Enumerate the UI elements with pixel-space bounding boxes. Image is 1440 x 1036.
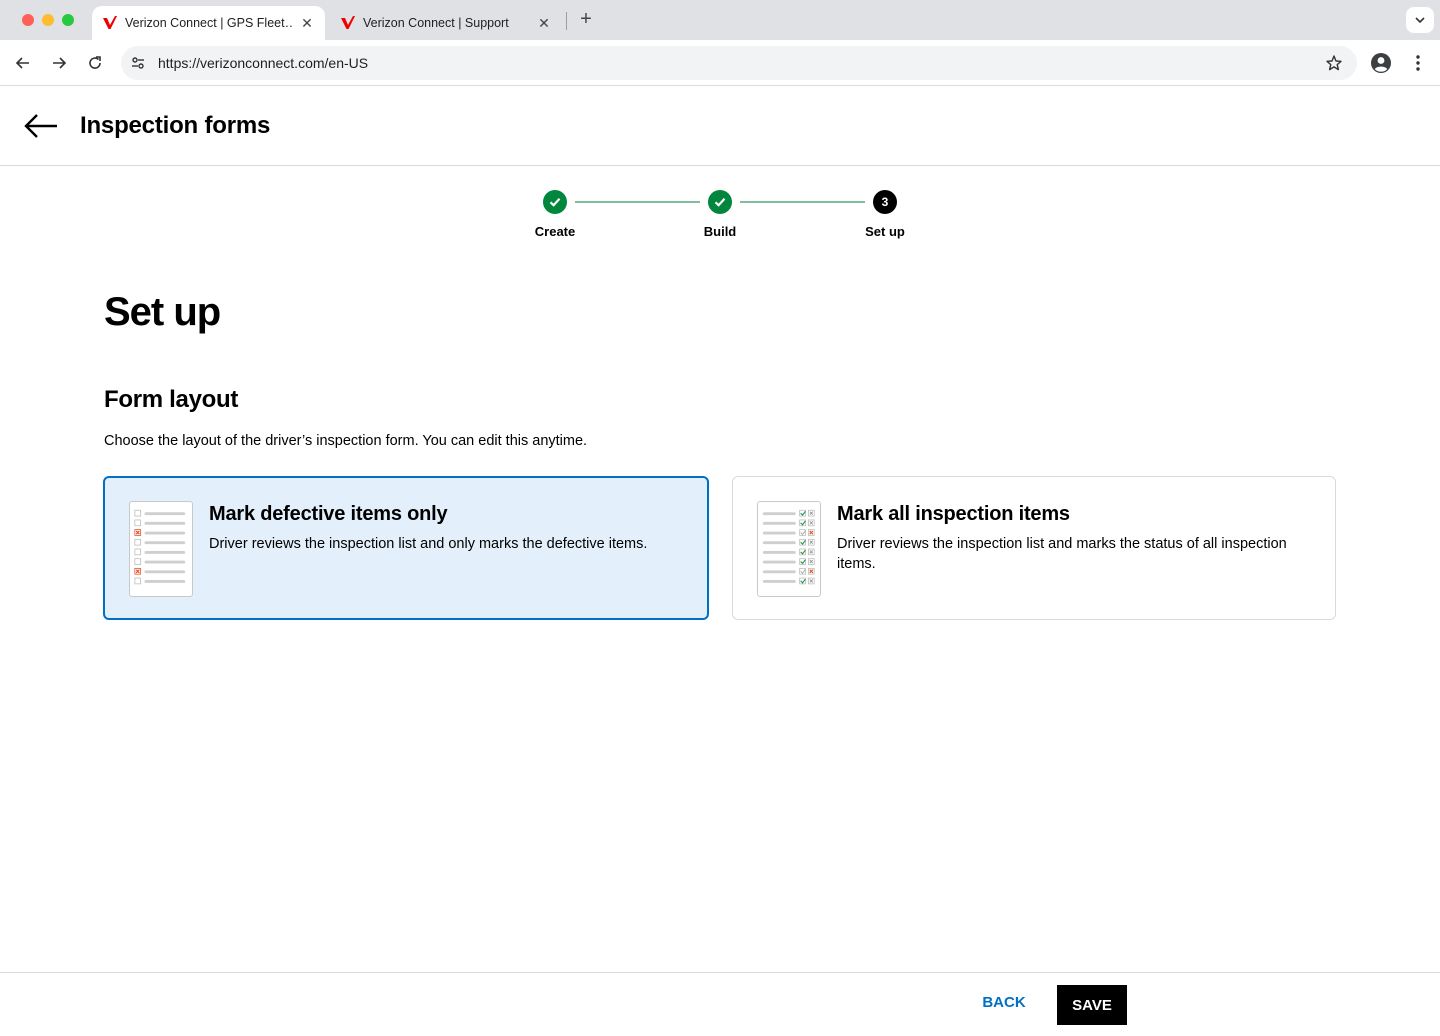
page-footer: BACK SAVE	[0, 972, 1440, 1036]
tab-title: Verizon Connect | GPS Fleet…	[125, 16, 293, 30]
back-arrow-icon[interactable]	[22, 110, 60, 142]
page-header: Inspection forms	[0, 86, 1440, 166]
window-zoom-button[interactable]	[62, 14, 74, 26]
check-icon	[708, 190, 732, 214]
tab-close-icon[interactable]: ✕	[536, 15, 552, 31]
browser-forward-button[interactable]	[47, 51, 71, 75]
page-title: Inspection forms	[80, 112, 271, 139]
browser-reload-button[interactable]	[83, 51, 107, 75]
form-layout-title: Form layout	[104, 386, 239, 413]
address-url: https://verizonconnect.com/en-US	[158, 55, 369, 71]
verizon-logo-icon	[341, 16, 355, 29]
browser-back-button[interactable]	[11, 51, 35, 75]
bookmark-star-icon[interactable]	[1325, 54, 1343, 72]
browser-tab-active[interactable]: Verizon Connect | GPS Fleet… ✕	[92, 6, 325, 40]
step-label: Build	[703, 224, 737, 239]
arrow-right-icon	[53, 57, 67, 69]
tab-divider	[566, 12, 567, 30]
option-description: Driver reviews the inspection list and m…	[837, 536, 1287, 572]
new-tab-icon[interactable]: +	[576, 9, 596, 29]
step-setup: 3 Set up	[845, 190, 925, 239]
tab-close-icon[interactable]: ✕	[299, 15, 315, 31]
back-button[interactable]: BACK	[972, 994, 1036, 1011]
browser-toolbar: https://verizonconnect.com/en-US	[0, 40, 1440, 86]
option-description: Driver reviews the inspection list and o…	[209, 536, 648, 552]
browser-tab[interactable]: Verizon Connect | Support ✕	[330, 6, 562, 40]
defective-only-layout-icon	[129, 501, 193, 597]
site-settings-icon[interactable]	[130, 55, 146, 71]
step-create: Create	[515, 190, 595, 239]
profile-avatar-icon[interactable]	[1370, 52, 1392, 74]
browser-menu-icon[interactable]	[1410, 52, 1426, 74]
mark-all-layout-icon	[757, 501, 821, 597]
reload-icon	[89, 56, 101, 69]
option-title: Mark all inspection items	[837, 503, 1070, 525]
tab-search-button[interactable]	[1406, 7, 1434, 33]
step-label: Create	[534, 224, 576, 239]
tab-title: Verizon Connect | Support	[363, 16, 509, 30]
window-minimize-button[interactable]	[42, 14, 54, 26]
layout-option-mark-all[interactable]: Mark all inspection items Driver reviews…	[732, 476, 1336, 620]
address-bar[interactable]: https://verizonconnect.com/en-US	[121, 46, 1357, 80]
option-title: Mark defective items only	[209, 503, 448, 525]
arrow-left-icon	[15, 57, 29, 69]
step-number: 3	[873, 190, 897, 214]
form-layout-description: Choose the layout of the driver’s inspec…	[104, 433, 588, 449]
step-label: Set up	[865, 224, 905, 239]
section-heading: Set up	[104, 290, 221, 334]
window-close-button[interactable]	[22, 14, 34, 26]
verizon-logo-icon	[103, 16, 117, 29]
save-button[interactable]: SAVE	[1057, 985, 1127, 1025]
step-build: Build	[680, 190, 760, 239]
chevron-down-icon	[1415, 17, 1425, 24]
check-icon	[543, 190, 567, 214]
layout-option-defective-only[interactable]: Mark defective items only Driver reviews…	[103, 476, 709, 620]
browser-tab-bar: Verizon Connect | GPS Fleet… ✕ Verizon C…	[0, 0, 1440, 40]
